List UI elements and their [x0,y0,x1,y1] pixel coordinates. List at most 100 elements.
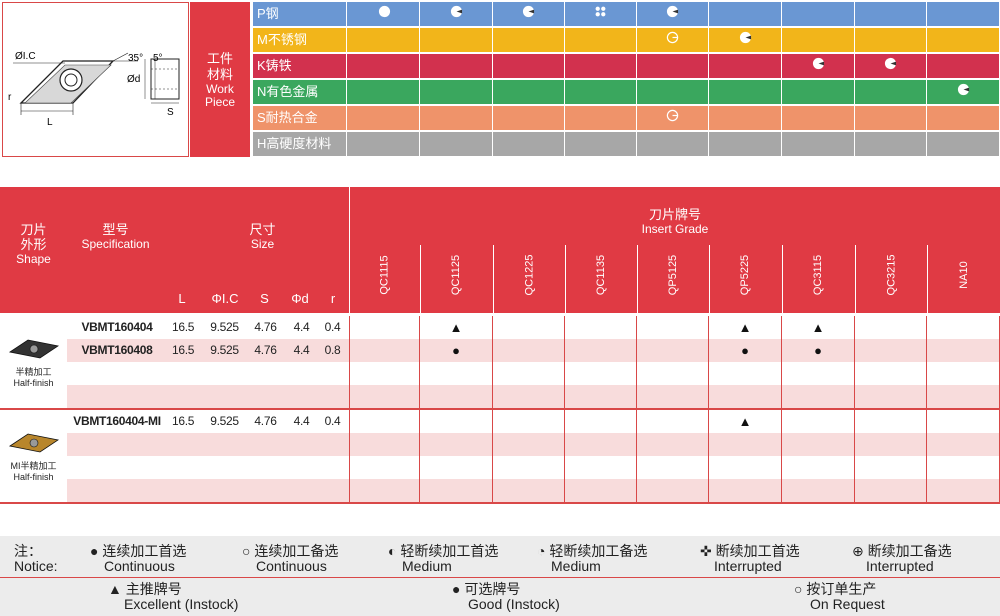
medium-icon [522,5,535,23]
grade-label: QC1115 [378,255,391,295]
spec-cell [253,479,278,502]
full-icon [378,5,391,23]
material-grade-cell [709,80,782,104]
material-grade-cell [349,28,420,52]
grade-cell [493,479,565,502]
shape-name-en: Half-finish [13,378,54,388]
grade-cell [420,433,493,456]
material-row: K铸铁 [253,54,1000,78]
size-col-header: r [330,291,336,306]
spec-cell: 16.5 [172,320,195,334]
grade-cell: ● [420,339,493,362]
material-grade-cell [927,2,1000,26]
material-grade-cell [565,28,637,52]
spec-cell: 9.525 [210,414,239,428]
table-row: VBMT160404 16.5 9.525 4.76 4.4 0.4 ▲ ▲ ▲ [67,316,1000,339]
shape-cell: MI半精加工 Half-finish [0,410,67,502]
medium-icon [739,31,752,49]
triangle-icon: ▲ [811,320,825,335]
grade-cell [565,362,637,385]
material-grade-cell [493,80,565,104]
grade-cell: ▲ [709,316,782,339]
grade-cell [420,456,493,479]
grade-cell [349,479,420,502]
grade-divider [709,245,710,313]
medium-icon [812,57,825,75]
grade-divider [782,245,783,313]
grade-cell [927,433,1000,456]
material-grade-cell [709,132,782,156]
grade-cell [637,479,709,502]
grade-cell [927,410,1000,433]
grade-cell [565,456,637,479]
material-grade-cell [349,132,420,156]
material-grade-cell [782,106,855,130]
shape-header: 刀片 外形 Shape [16,222,51,266]
table-row [67,385,1000,408]
grade-cell [565,479,637,502]
medium_alt-icon [666,109,679,127]
grade-cell [709,479,782,502]
l-label: L [47,117,53,128]
spec-cell: 4.4 [293,320,310,334]
material-grade-cell [855,2,927,26]
medium-icon [666,5,679,23]
spec-cell: 16.5 [172,343,195,357]
material-grade-cell [709,2,782,26]
material-grade-cell [565,2,637,26]
material-grade-cell [927,106,1000,130]
material-grade-cell [420,132,493,156]
table-row: VBMT160408 16.5 9.525 4.76 4.4 0.8 ● ● ● [67,339,1000,362]
spec-cell [320,433,345,456]
material-grade-cell [420,2,493,26]
grade-cell [855,456,927,479]
legend-item: ● 连续加工首选 Continuous [90,543,187,574]
grade-cell [927,385,1000,408]
s-label: S [167,107,174,118]
shape-cell: 半精加工 Half-finish [0,316,67,408]
material-grade-cell [927,132,1000,156]
material-grade-cell [782,28,855,52]
group-divider [0,502,1000,504]
material-name: N有色金属 [253,80,347,104]
legend-item: ○ 连续加工备选 Continuous [242,543,339,574]
grade-cell: ▲ [709,410,782,433]
material-name: S耐热合金 [253,106,347,130]
grade-cell [709,456,782,479]
spec-cell: VBMT160404-MI [73,414,161,428]
spec-cell [289,479,314,502]
material-grade-cell [565,80,637,104]
grade-divider [420,245,421,313]
grade-cell [782,479,855,502]
dot-icon: ● [741,343,749,358]
grade-cell [927,362,1000,385]
size-col-header: S [260,291,269,306]
material-grade-cell [349,2,420,26]
grade-cell [420,410,493,433]
table-row [67,433,1000,456]
material-grade-cell [927,80,1000,104]
spec-cell [253,362,278,385]
grade-cell [855,339,927,362]
shape-name-en: Half-finish [13,472,54,482]
material-grade-cell [493,54,565,78]
grade-cell [782,385,855,408]
material-row: N有色金属 [253,80,1000,104]
grade-cell [420,385,493,408]
size-col-header: Φd [291,291,309,306]
dot-icon: ● [814,343,822,358]
grade-cell [637,456,709,479]
material-grade-cell [855,132,927,156]
spec-cell [67,385,167,408]
legend-item: ⊕ 断续加工备选 Interrupted [852,543,952,574]
dot-icon: ● [452,343,460,358]
grade-cell [855,479,927,502]
grade-divider [349,245,350,313]
material-row: H高硬度材料 [253,132,1000,156]
material-grade-cell [709,54,782,78]
grade-cell [349,410,420,433]
grade-cell [637,339,709,362]
grade-cell [565,385,637,408]
material-grade-cell [420,80,493,104]
spec-cell: 0.4 [324,320,341,334]
